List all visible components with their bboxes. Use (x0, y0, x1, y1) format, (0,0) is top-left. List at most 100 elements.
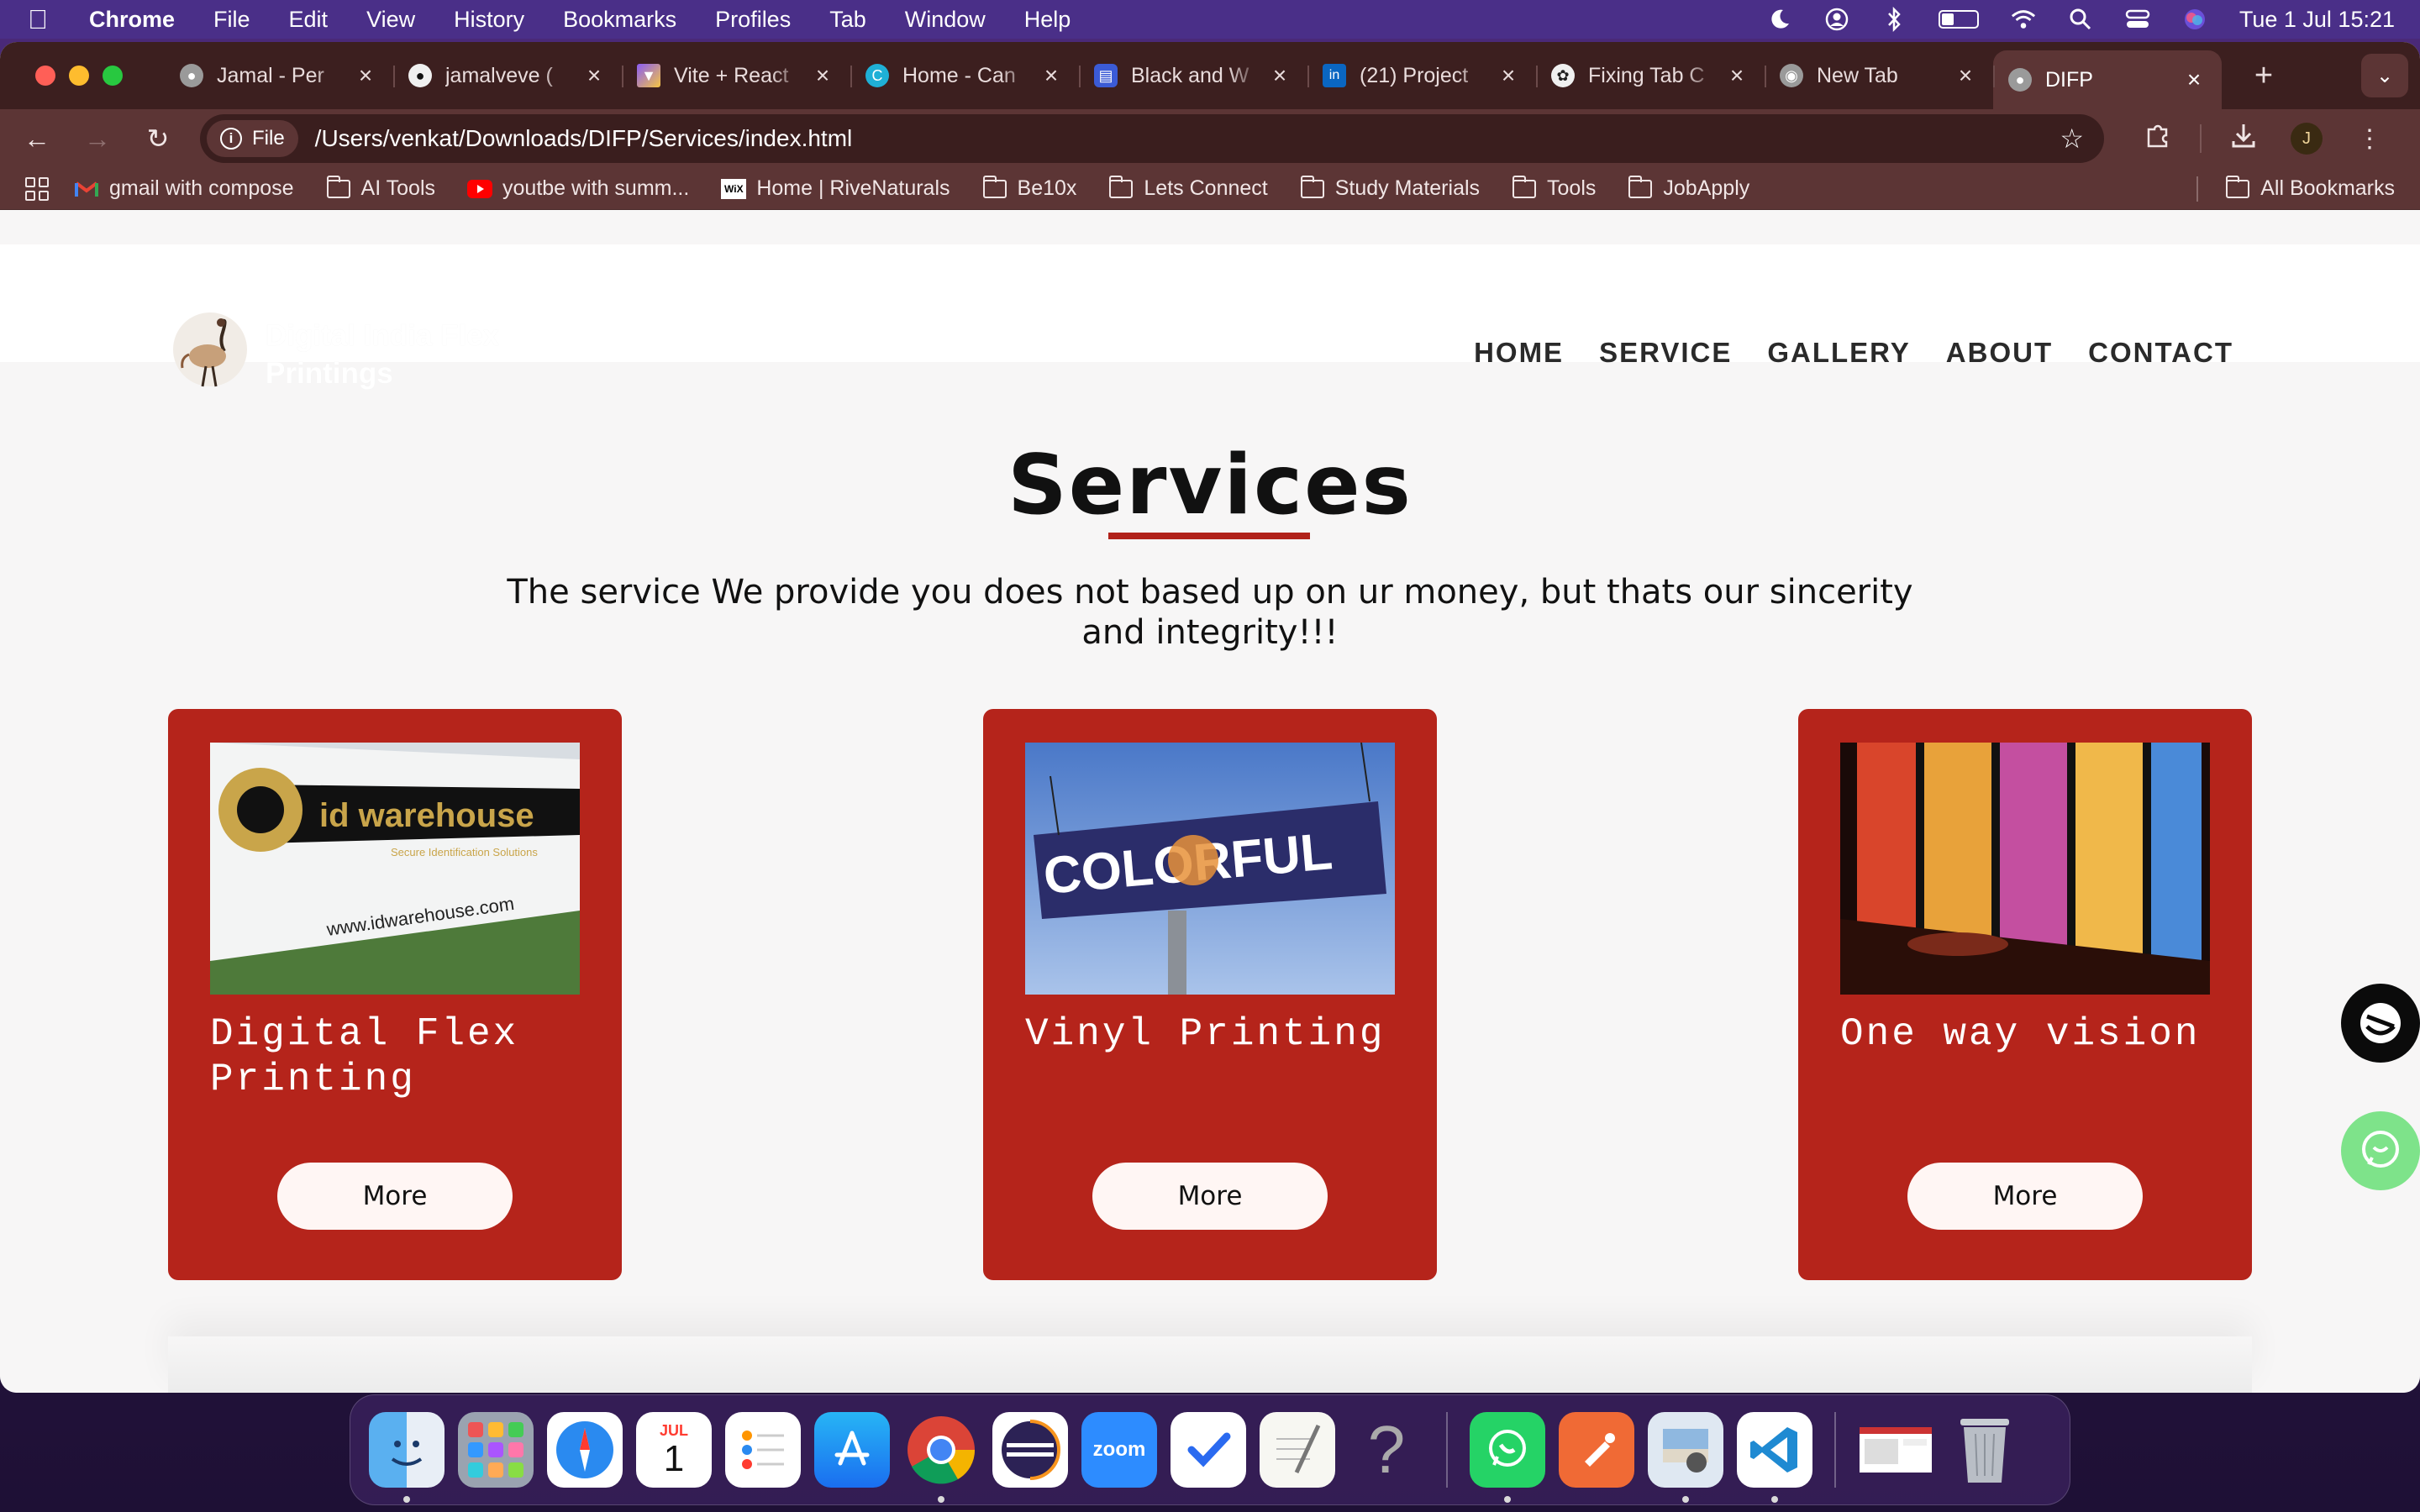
browser-tab[interactable]: ▼ Vite + React × (622, 50, 850, 101)
menu-help[interactable]: Help (1024, 7, 1071, 33)
bookmark-folder-jobapply[interactable]: JobApply (1628, 175, 1749, 201)
globe-icon: ● (2008, 68, 2032, 92)
forward-arrow-icon[interactable]: → (79, 120, 116, 157)
menu-tab[interactable]: Tab (829, 7, 866, 33)
finder-icon[interactable] (369, 1412, 445, 1503)
address-bar[interactable]: i File /Users/venkat/Downloads/DIFP/Serv… (200, 114, 2104, 163)
siri-icon[interactable] (2182, 7, 2207, 32)
profile-avatar[interactable]: J (2291, 123, 2323, 155)
control-center-icon[interactable] (2125, 7, 2150, 32)
browser-tab[interactable]: C Home - Can × (850, 50, 1079, 101)
menu-edit[interactable]: Edit (289, 7, 329, 33)
browser-tab[interactable]: ● jamalveve ( × (393, 50, 622, 101)
reload-icon[interactable]: ↻ (139, 120, 176, 157)
tasks-check-icon[interactable] (1171, 1412, 1246, 1488)
browser-tab[interactable]: in (21) Project × (1307, 50, 1536, 101)
reminders-icon[interactable] (725, 1412, 801, 1488)
apps-grid-icon[interactable] (25, 176, 49, 201)
macos-dock: JUL 1 zoom ? (350, 1394, 2070, 1505)
download-icon[interactable] (2227, 121, 2260, 156)
browser-tab[interactable]: ▤ Black and W × (1079, 50, 1307, 101)
safari-icon[interactable] (547, 1412, 623, 1488)
url-text[interactable]: /Users/venkat/Downloads/DIFP/Services/in… (315, 125, 2060, 152)
site-info-chip[interactable]: i File (207, 120, 298, 157)
menubar-clock[interactable]: Tue 1 Jul 15:21 (2239, 7, 2395, 33)
chat-bubble-icon[interactable] (2341, 984, 2420, 1063)
eclipse-icon[interactable] (992, 1412, 1068, 1488)
browser-tab-active[interactable]: ● DIFP × (1993, 50, 2222, 109)
help-question-icon[interactable]: ? (1349, 1412, 1424, 1488)
bookmark-label: youtbe with summ... (502, 176, 690, 200)
bluetooth-icon[interactable] (1881, 7, 1907, 32)
apple-menu-icon[interactable]:  (25, 4, 50, 35)
browser-tab[interactable]: ✿ Fixing Tab C × (1536, 50, 1765, 101)
all-bookmarks-button[interactable]: All Bookmarks (2225, 175, 2395, 201)
tab-search-chevron-icon[interactable]: ⌄ (2361, 54, 2408, 97)
tab-close-icon[interactable]: × (581, 62, 607, 89)
menu-view[interactable]: View (366, 7, 415, 33)
user-account-icon[interactable] (1824, 7, 1849, 32)
nav-home[interactable]: HOME (1474, 337, 1564, 369)
browser-tab[interactable]: ● Jamal - Per × (165, 50, 393, 101)
menu-window[interactable]: Window (905, 7, 986, 33)
menu-history[interactable]: History (454, 7, 524, 33)
bookmark-star-icon[interactable]: ☆ (2060, 123, 2084, 155)
nav-service[interactable]: SERVICE (1599, 337, 1732, 369)
menu-file[interactable]: File (213, 7, 250, 33)
bookmark-rivenaturals[interactable]: WiX Home | RiveNaturals (721, 176, 950, 201)
page-title: Services (1007, 438, 1413, 533)
bookmark-folder-tools[interactable]: Tools (1512, 175, 1596, 201)
spotlight-search-icon[interactable] (2068, 7, 2093, 32)
browser-tab[interactable]: ◉ New Tab × (1765, 50, 1993, 101)
tab-close-icon[interactable]: × (1039, 62, 1064, 89)
bookmark-youtube[interactable]: youtbe with summ... (467, 176, 689, 201)
window-close-button[interactable] (35, 66, 55, 86)
nav-gallery[interactable]: GALLERY (1767, 337, 1910, 369)
tab-close-icon[interactable]: × (1953, 62, 1978, 89)
whatsapp-chat-icon[interactable] (2341, 1111, 2420, 1190)
whatsapp-icon[interactable] (1470, 1412, 1545, 1503)
preview-icon[interactable] (1648, 1412, 1723, 1503)
bookmark-folder-be10x[interactable]: Be10x (982, 175, 1076, 201)
launchpad-icon[interactable] (458, 1412, 534, 1488)
zoom-icon[interactable]: zoom (1081, 1412, 1157, 1488)
bookmark-folder-study-materials[interactable]: Study Materials (1300, 175, 1480, 201)
flamingo-logo-icon[interactable] (172, 307, 248, 391)
back-arrow-icon[interactable]: ← (18, 120, 55, 157)
tab-close-icon[interactable]: × (1496, 62, 1521, 89)
window-zoom-button[interactable] (103, 66, 123, 86)
screenshot-thumbnail-icon[interactable] (1858, 1412, 1933, 1488)
toolbar-divider (2200, 124, 2202, 153)
battery-icon[interactable] (1938, 10, 1979, 29)
site-logo-text[interactable]: Digital India Flex Printings (266, 317, 551, 392)
extensions-puzzle-icon[interactable] (2141, 121, 2175, 156)
textedit-icon[interactable] (1260, 1412, 1335, 1488)
tab-close-icon[interactable]: × (810, 62, 835, 89)
new-tab-button[interactable]: + (2247, 58, 2281, 94)
calendar-icon[interactable]: JUL 1 (636, 1412, 712, 1488)
menu-bookmarks[interactable]: Bookmarks (563, 7, 676, 33)
tab-close-icon[interactable]: × (353, 62, 378, 89)
more-button[interactable]: More (1907, 1163, 2143, 1230)
nav-contact[interactable]: CONTACT (2088, 337, 2233, 369)
focus-moon-icon[interactable] (1767, 7, 1792, 32)
window-minimize-button[interactable] (69, 66, 89, 86)
bookmark-folder-ai-tools[interactable]: AI Tools (326, 175, 435, 201)
menu-app-name[interactable]: Chrome (89, 7, 175, 33)
app-store-icon[interactable] (814, 1412, 890, 1488)
more-button[interactable]: More (277, 1163, 513, 1230)
more-menu-icon[interactable]: ⋮ (2353, 124, 2386, 154)
tab-close-icon[interactable]: × (2181, 66, 2207, 93)
tab-close-icon[interactable]: × (1724, 62, 1749, 89)
chrome-icon[interactable] (903, 1412, 979, 1503)
nav-about[interactable]: ABOUT (1946, 337, 2053, 369)
more-button[interactable]: More (1092, 1163, 1328, 1230)
trash-icon[interactable] (1947, 1412, 2023, 1488)
bookmark-folder-lets-connect[interactable]: Lets Connect (1108, 175, 1268, 201)
postman-icon[interactable] (1559, 1412, 1634, 1488)
menu-profiles[interactable]: Profiles (715, 7, 791, 33)
vscode-icon[interactable] (1737, 1412, 1812, 1503)
tab-close-icon[interactable]: × (1267, 62, 1292, 89)
wifi-icon[interactable] (2011, 7, 2036, 32)
bookmark-gmail[interactable]: gmail with compose (74, 176, 294, 201)
